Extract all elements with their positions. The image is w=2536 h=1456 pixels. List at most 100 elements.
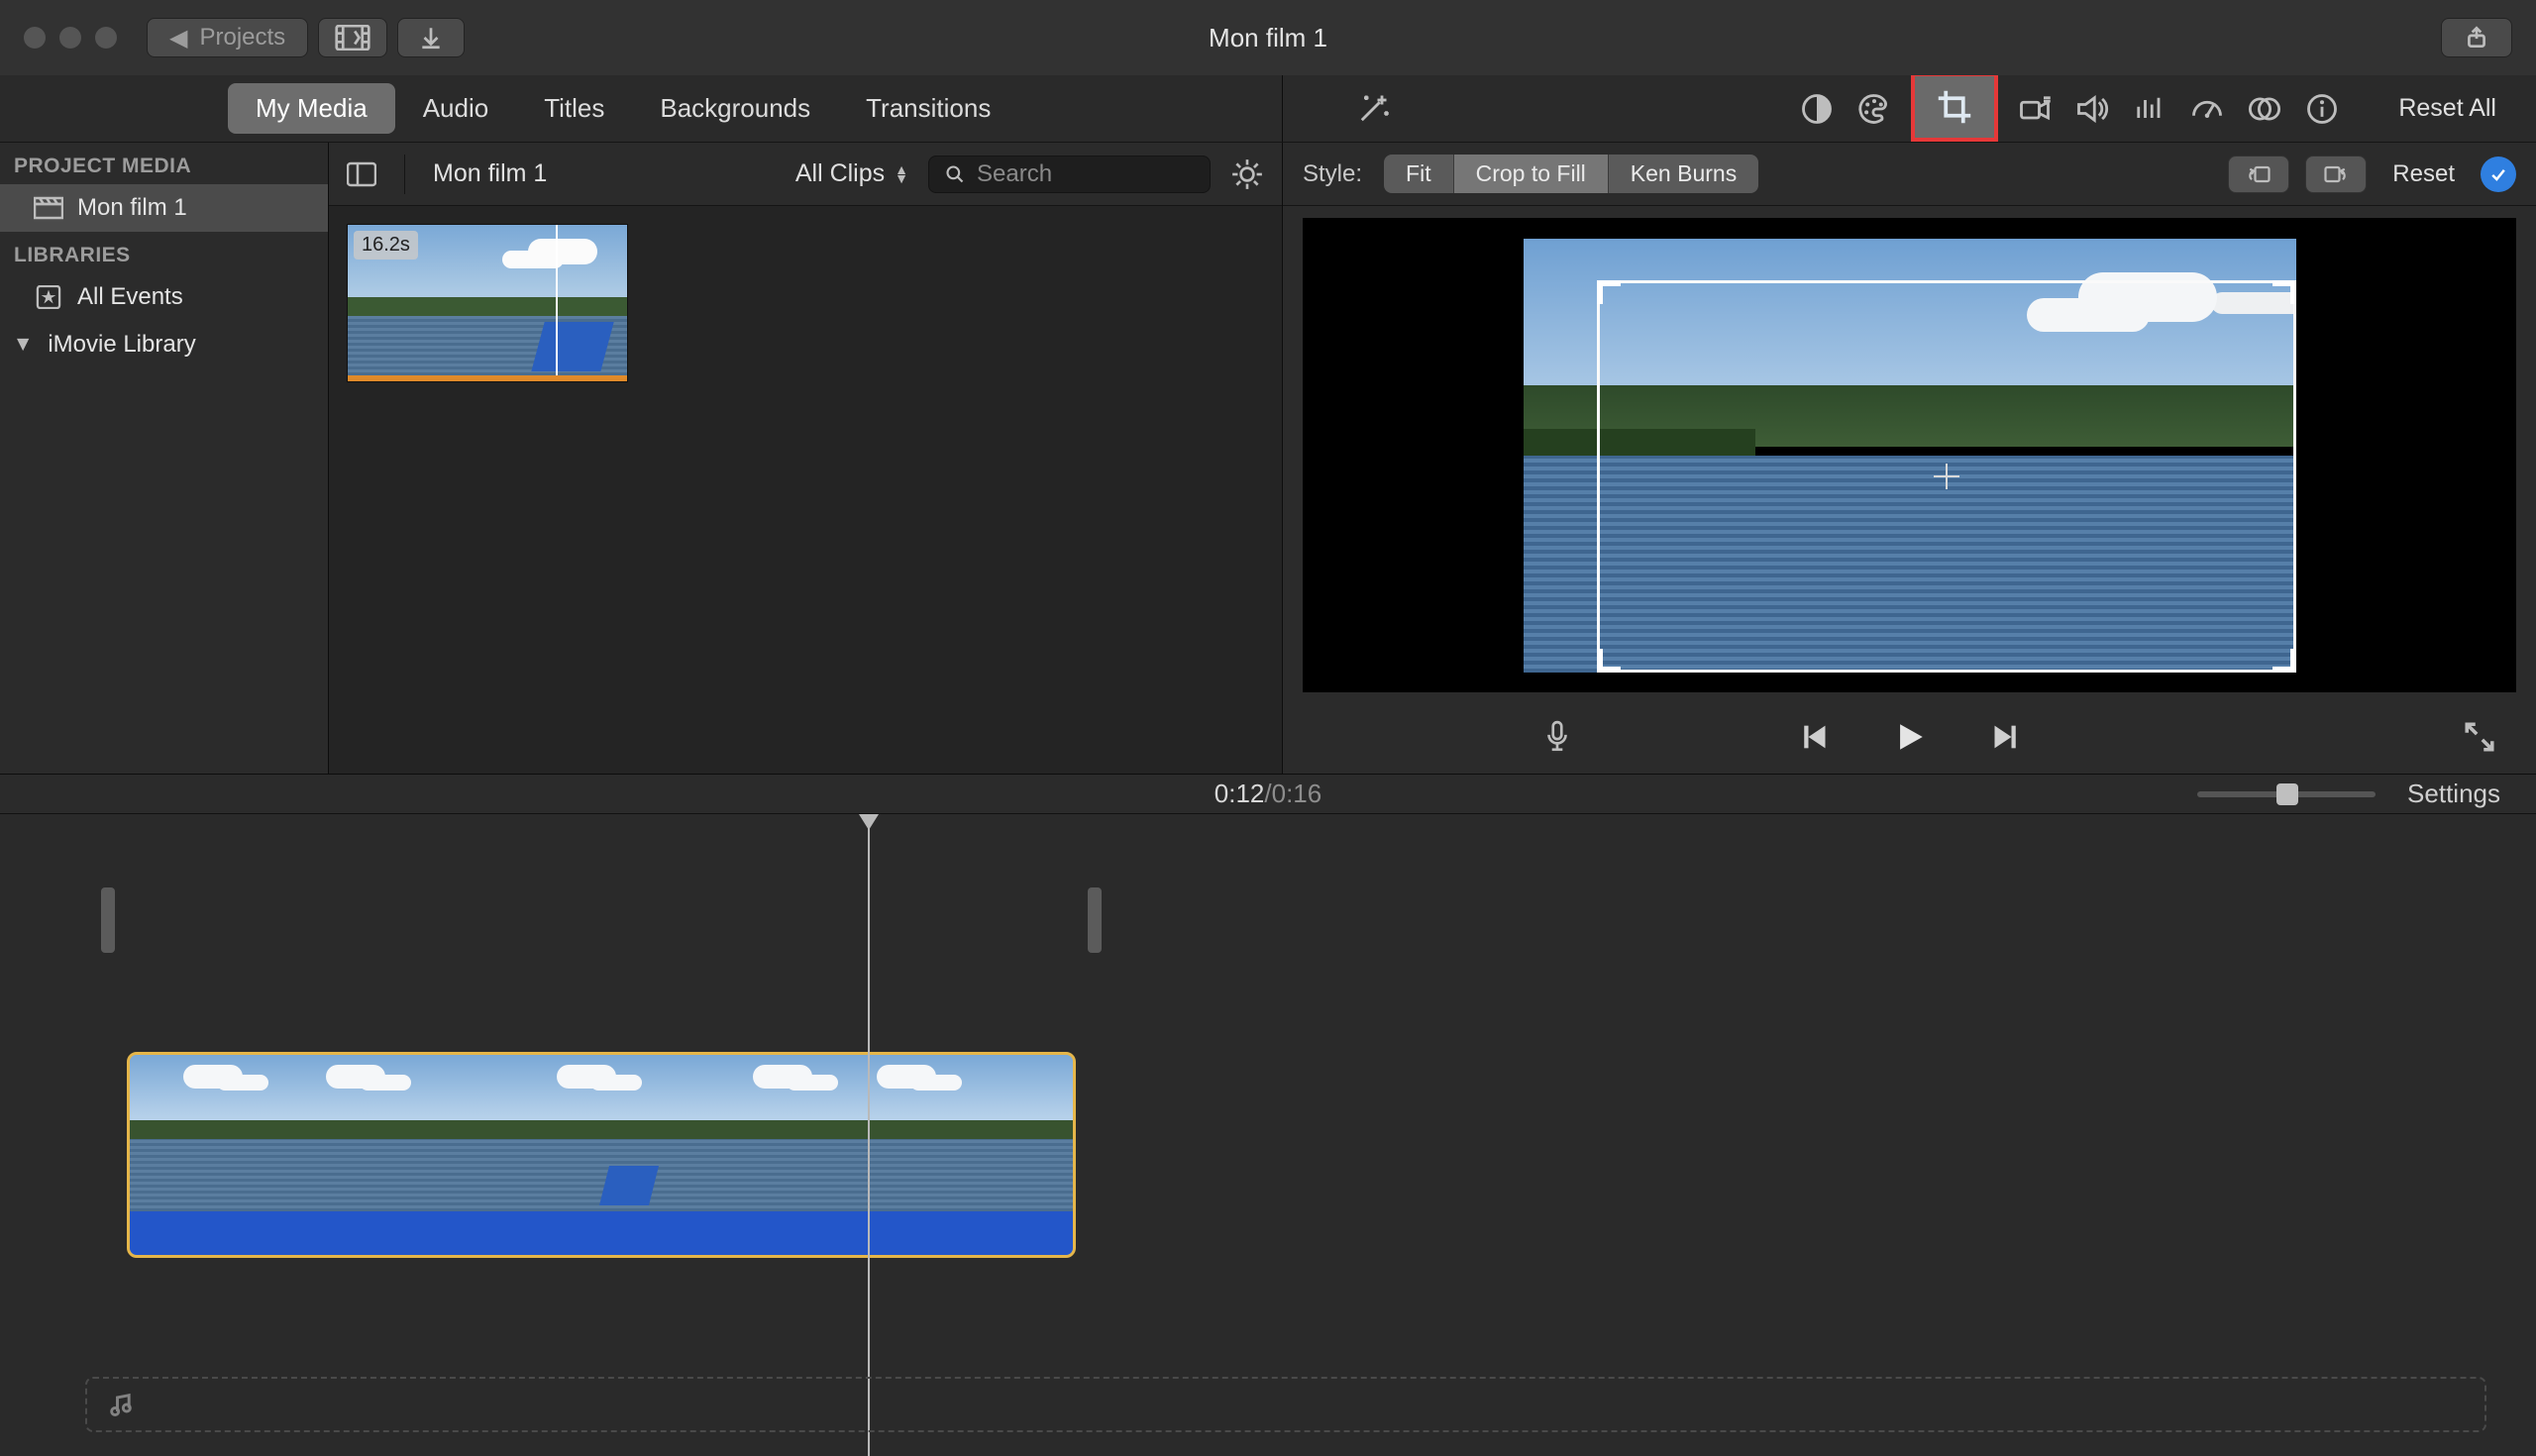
time-display-bar: 0:12 / 0:16 Settings	[0, 775, 2536, 814]
search-input[interactable]: Search	[928, 156, 1211, 193]
rotate-ccw-icon	[2245, 162, 2272, 186]
sidebar-item-project[interactable]: Mon film 1	[0, 184, 328, 232]
color-balance-button[interactable]	[1796, 88, 1838, 130]
tab-transitions[interactable]: Transitions	[838, 83, 1018, 134]
tab-my-media[interactable]: My Media	[228, 83, 395, 134]
volume-button[interactable]	[2071, 88, 2113, 130]
star-box-icon	[34, 285, 63, 309]
clip-grid: 16.2s	[329, 206, 1282, 774]
library-tabs: My Media Audio Titles Backgrounds Transi…	[228, 83, 1018, 134]
download-arrow-icon	[418, 25, 444, 51]
play-button[interactable]	[1893, 720, 1927, 759]
middle-split: PROJECT MEDIA Mon film 1 LIBRARIES All E…	[0, 143, 2536, 775]
clip-trim-handle-right[interactable]	[1088, 887, 1102, 953]
sidebar-item-imovie-library[interactable]: ▶ iMovie Library	[0, 321, 328, 368]
import-media-button[interactable]	[318, 18, 387, 57]
voiceover-button[interactable]	[1540, 720, 1574, 759]
viewer-panel: Style: Fit Crop to Fill Ken Burns Reset	[1283, 143, 2536, 774]
clip-filter-label: All Clips	[795, 159, 885, 188]
crop-style-kenburns[interactable]: Ken Burns	[1609, 155, 1758, 193]
close-window-icon[interactable]	[24, 27, 46, 49]
viewer-canvas	[1303, 218, 2516, 692]
zoom-slider-knob[interactable]	[2276, 783, 2298, 805]
search-placeholder: Search	[977, 160, 1052, 188]
traffic-lights	[24, 27, 117, 49]
libraries-header: LIBRARIES	[0, 232, 328, 273]
crop-apply-button[interactable]	[2481, 156, 2516, 192]
crop-reset-button[interactable]: Reset	[2392, 160, 2455, 188]
info-button[interactable]	[2301, 88, 2343, 130]
next-frame-button[interactable]	[1986, 720, 2020, 759]
clip-trim-handle-left[interactable]	[101, 887, 115, 953]
rotate-ccw-button[interactable]	[2228, 156, 2289, 193]
speaker-icon	[2074, 91, 2110, 127]
projects-back-button[interactable]: ◀ Projects	[147, 18, 308, 57]
play-icon	[1893, 720, 1927, 754]
crop-tool-button[interactable]	[1911, 72, 1998, 142]
crop-style-croptofill[interactable]: Crop to Fill	[1454, 155, 1609, 193]
tab-audio[interactable]: Audio	[395, 83, 517, 134]
magic-wand-icon	[1355, 91, 1391, 127]
rotate-cw-icon	[2322, 162, 2350, 186]
clip-filter-dropdown[interactable]: All Clips ▲▼	[795, 159, 908, 188]
clapper-icon	[34, 196, 63, 220]
contrast-circle-icon	[1799, 91, 1835, 127]
clip-filter-button[interactable]	[2244, 88, 2285, 130]
crop-style-fit[interactable]: Fit	[1384, 155, 1454, 193]
rotate-cw-button[interactable]	[2305, 156, 2367, 193]
skip-forward-icon	[1986, 720, 2020, 754]
noise-reduction-button[interactable]	[2129, 88, 2170, 130]
sidebar-item-all-events[interactable]: All Events	[0, 273, 328, 321]
info-icon	[2304, 91, 2340, 127]
zoom-window-icon[interactable]	[95, 27, 117, 49]
timeline-settings-button[interactable]: Settings	[2407, 779, 2500, 809]
reset-all-button[interactable]: Reset All	[2398, 94, 2496, 123]
stabilization-button[interactable]	[2014, 88, 2056, 130]
enhance-button[interactable]	[1352, 88, 1394, 130]
clip-duration-badge: 16.2s	[354, 231, 418, 260]
library-sidebar: PROJECT MEDIA Mon film 1 LIBRARIES All E…	[0, 143, 329, 774]
fullscreen-button[interactable]	[2463, 720, 2496, 759]
crop-handle-br[interactable]	[2272, 649, 2296, 673]
color-correction-button[interactable]	[1853, 88, 1895, 130]
style-label: Style:	[1303, 160, 1362, 188]
palette-icon	[1856, 91, 1892, 127]
crop-icon	[1935, 87, 1974, 127]
project-media-header: PROJECT MEDIA	[0, 143, 328, 184]
event-title: Mon film 1	[433, 159, 547, 188]
sidebar-all-events-label: All Events	[77, 283, 183, 311]
download-button[interactable]	[397, 18, 465, 57]
projects-back-label: Projects	[199, 24, 285, 52]
timeline-playhead[interactable]	[868, 814, 870, 1456]
crop-style-segment: Fit Crop to Fill Ken Burns	[1384, 155, 1758, 193]
media-browser-toolbar: Mon film 1 All Clips ▲▼ Search	[329, 143, 1282, 206]
share-button[interactable]	[2441, 18, 2512, 57]
crop-rectangle[interactable]	[1597, 280, 2296, 673]
speed-button[interactable]	[2186, 88, 2228, 130]
crop-handle-bl[interactable]	[1597, 649, 1621, 673]
search-icon	[945, 164, 965, 184]
tab-backgrounds[interactable]: Backgrounds	[632, 83, 838, 134]
timeline-clip[interactable]	[127, 1052, 1076, 1258]
current-time: 0:12	[1215, 779, 1265, 809]
divider	[404, 155, 405, 194]
timeline[interactable]	[0, 814, 2536, 1456]
window-title: Mon film 1	[1209, 23, 1327, 53]
tab-titles[interactable]: Titles	[516, 83, 632, 134]
equalizer-icon	[2132, 91, 2167, 127]
sidebar-toggle-icon[interactable]	[347, 159, 376, 189]
total-time: 0:16	[1272, 779, 1322, 809]
camera-icon	[2017, 91, 2053, 127]
disclosure-triangle-icon[interactable]: ▶	[14, 339, 34, 351]
media-clip-thumb[interactable]: 16.2s	[347, 224, 628, 382]
crop-handle-tr[interactable]	[2272, 280, 2296, 304]
clip-audio-track[interactable]	[130, 1211, 1073, 1255]
timeline-zoom-slider[interactable]	[2197, 791, 2376, 797]
checkmark-icon	[2488, 164, 2508, 184]
crop-handle-tl[interactable]	[1597, 280, 1621, 304]
background-music-lane[interactable]	[85, 1377, 2486, 1432]
minimize-window-icon[interactable]	[59, 27, 81, 49]
settings-gear-icon[interactable]	[1230, 157, 1264, 191]
prev-frame-button[interactable]	[1800, 720, 1834, 759]
skip-back-icon	[1800, 720, 1834, 754]
